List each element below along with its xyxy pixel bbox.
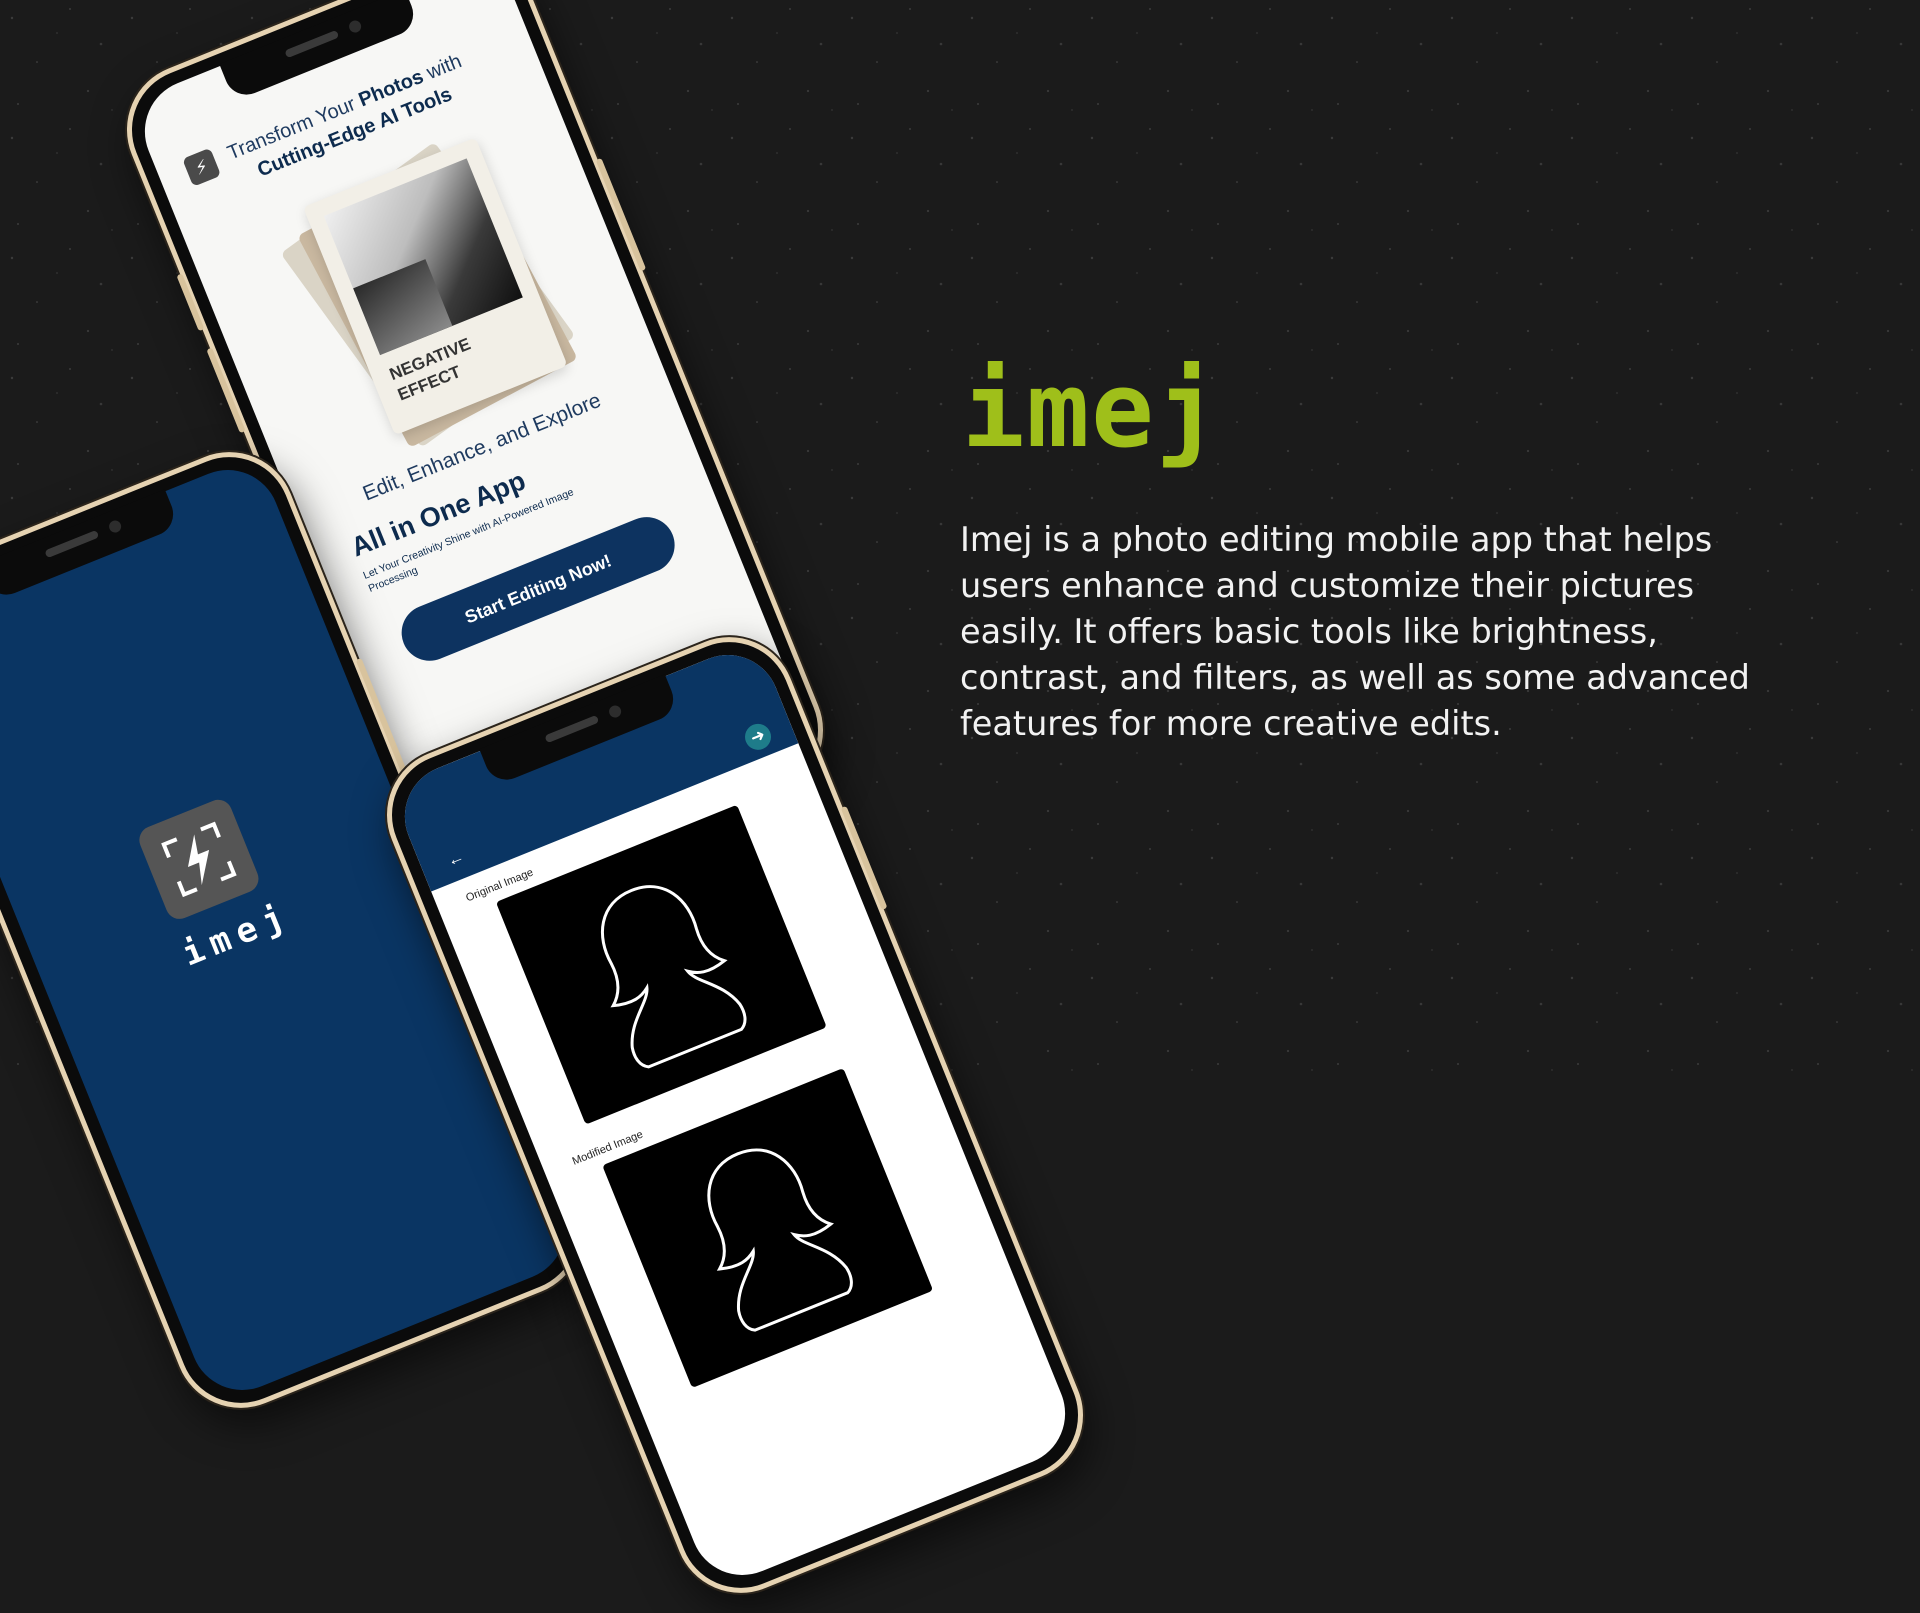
negative-split: [353, 259, 453, 356]
modified-image[interactable]: [602, 1068, 934, 1388]
bolt-frame-svg: [161, 821, 237, 898]
effect-card[interactable]: NEGATIVE EFFECT: [303, 137, 568, 436]
effect-preview-image: [323, 158, 523, 356]
user-silhouette-icon: [600, 885, 747, 1069]
start-editing-button[interactable]: Start Editing Now!: [393, 508, 684, 670]
user-silhouette-icon: [707, 1148, 853, 1332]
bolt-frame-icon: [135, 795, 263, 924]
brand-title: imej: [962, 349, 1221, 471]
brand-description: Imej is a photo editing mobile app that …: [960, 520, 1750, 743]
original-image[interactable]: [495, 804, 827, 1125]
title-text: with: [418, 50, 465, 87]
